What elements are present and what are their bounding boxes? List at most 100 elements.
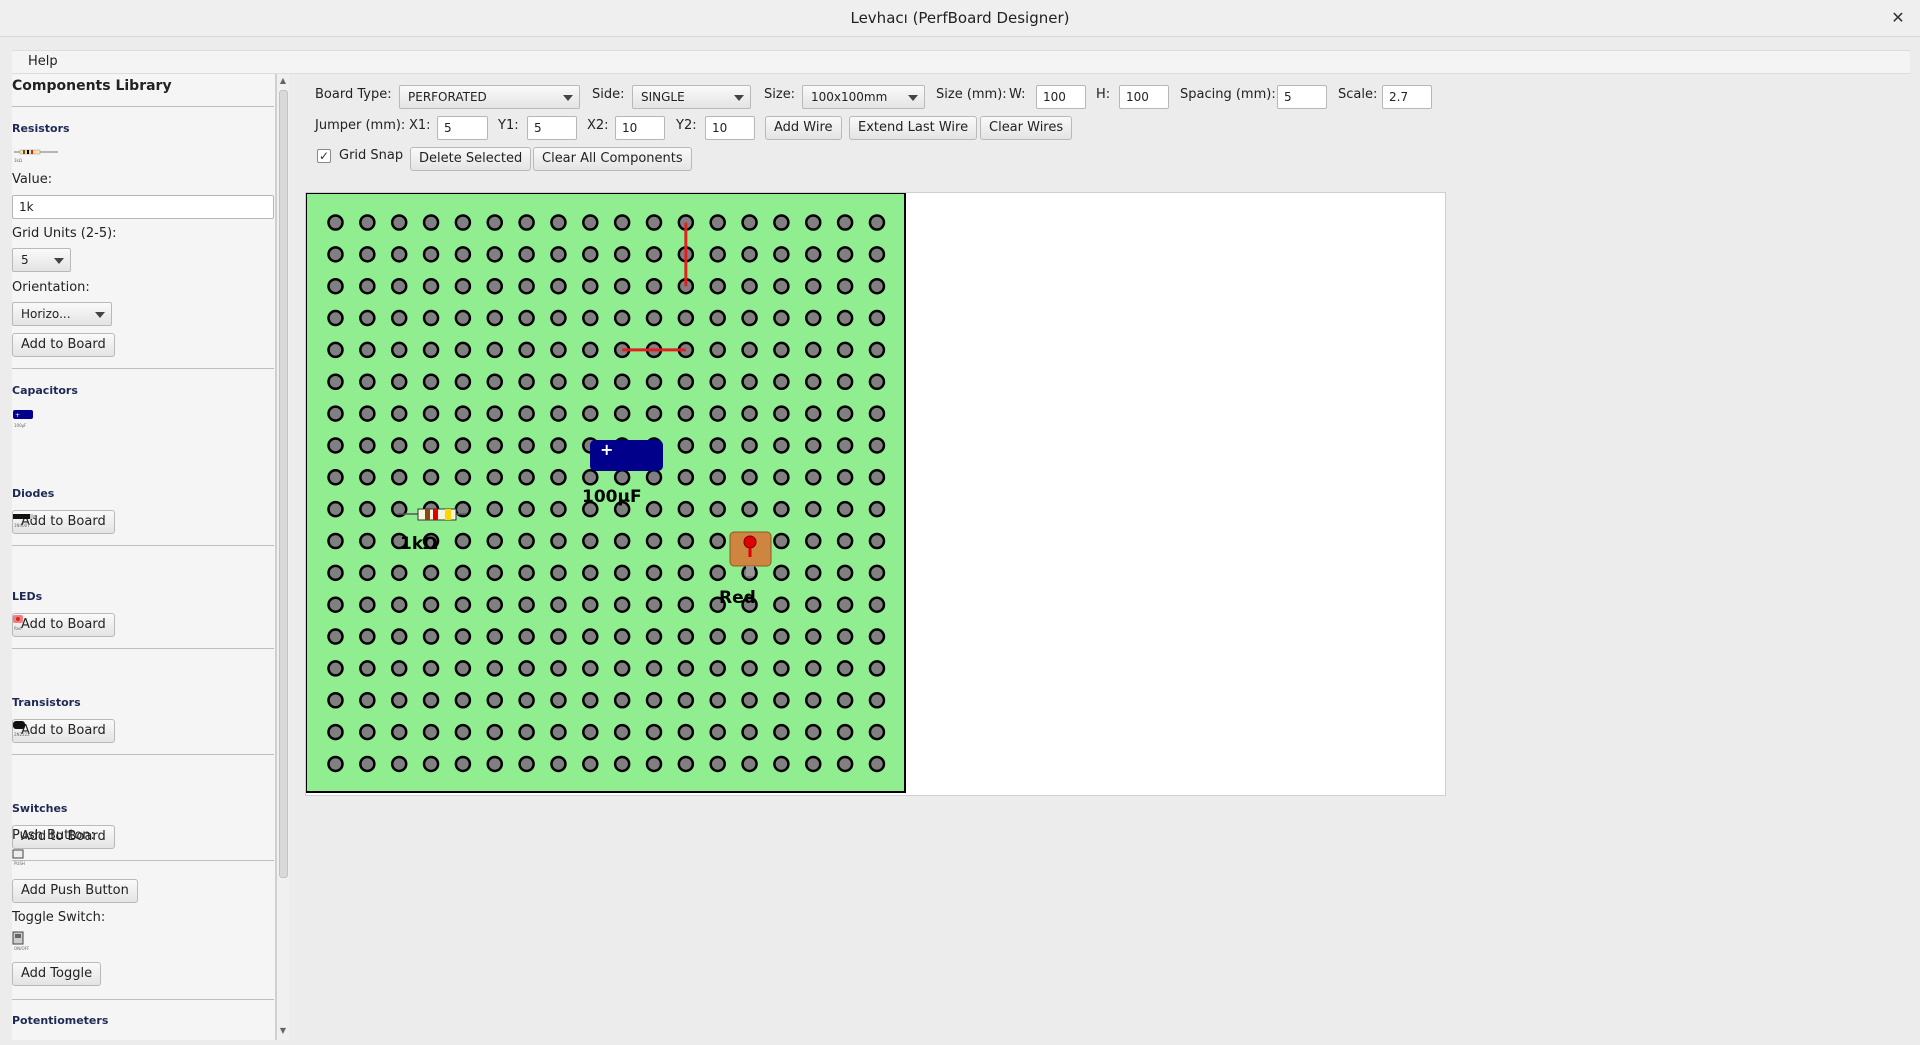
board-hole <box>550 723 567 741</box>
board-hole <box>709 628 726 645</box>
menu-help[interactable]: Help <box>28 54 58 69</box>
x2-input[interactable]: 10 <box>615 116 665 140</box>
board-hole <box>359 755 376 773</box>
board-hole <box>709 309 726 327</box>
board-hole <box>390 469 408 486</box>
y2-input[interactable]: 10 <box>705 116 755 140</box>
board-hole <box>359 405 376 422</box>
board-hole <box>359 246 376 263</box>
board-hole <box>773 692 790 709</box>
title-bar: Levhacı (PerfBoard Designer) ✕ <box>0 0 1920 37</box>
push-button-thumbnail-caption: PUSH <box>14 861 25 866</box>
add-toggle-button[interactable]: Add Toggle <box>12 962 102 986</box>
board-hole <box>805 437 822 454</box>
board-hole <box>422 309 440 327</box>
perfboard[interactable]: + 100µF 1kΩ Red <box>306 193 906 793</box>
board-type-value: PERFORATED <box>408 90 487 104</box>
size-label: Size: <box>764 87 796 102</box>
board-hole <box>709 660 726 677</box>
board-hole <box>645 277 663 295</box>
components-sidebar: Components Library Resistors 1kΩ Value: … <box>12 74 276 1040</box>
y1-label: Y1: <box>498 118 519 133</box>
orientation-select[interactable]: Horizo... <box>12 302 112 326</box>
board-hole <box>390 277 408 295</box>
led-label: Red <box>719 588 756 608</box>
board-hole <box>390 692 408 709</box>
led-leg <box>746 566 754 576</box>
board-hole <box>518 628 535 645</box>
board-hole <box>773 628 790 645</box>
board-hole <box>868 692 886 709</box>
board-hole <box>390 660 408 677</box>
board-hole <box>677 564 695 582</box>
size-select[interactable]: 100x100mm <box>802 85 925 109</box>
board-hole <box>486 596 503 613</box>
board-hole <box>613 277 631 295</box>
board-hole <box>454 564 472 582</box>
grid-snap-checkbox[interactable]: ✓ <box>317 149 331 163</box>
board-hole <box>709 437 726 454</box>
board-hole <box>518 532 535 550</box>
close-icon[interactable]: ✕ <box>1888 8 1908 28</box>
board-hole <box>645 723 663 741</box>
add-diode-button[interactable]: Add to Board <box>12 613 115 637</box>
divider <box>12 754 274 755</box>
side-select[interactable]: SINGLE <box>632 85 751 109</box>
toggle-switch-thumbnail-caption: ON/OFF <box>14 946 30 951</box>
delete-selected-button[interactable]: Delete Selected <box>410 147 532 171</box>
board-hole <box>486 373 503 390</box>
board-hole <box>582 564 599 582</box>
board-hole <box>518 437 535 454</box>
board-hole <box>805 246 822 263</box>
board-hole <box>677 437 695 454</box>
board-hole <box>550 692 567 709</box>
board-hole <box>550 405 567 422</box>
board-hole <box>773 214 790 231</box>
scrollbar-thumb[interactable] <box>279 90 288 878</box>
add-push-button-button[interactable]: Add Push Button <box>12 879 138 903</box>
x1-input[interactable]: 5 <box>437 116 488 140</box>
board-type-select[interactable]: PERFORATED <box>399 85 580 109</box>
board-hole <box>613 532 631 550</box>
board-hole <box>582 469 599 486</box>
clear-all-components-button[interactable]: Clear All Components <box>533 147 692 171</box>
board-hole <box>454 309 472 327</box>
board-hole <box>868 373 886 390</box>
board-hole <box>582 660 599 677</box>
add-wire-button[interactable]: Add Wire <box>765 116 842 140</box>
resistor-value-input[interactable]: 1k <box>12 195 274 219</box>
board-hole <box>645 405 663 422</box>
board-hole <box>836 437 854 454</box>
scale-input[interactable]: 2.7 <box>1382 85 1432 109</box>
width-input[interactable]: 100 <box>1036 85 1086 109</box>
board-hole <box>741 755 758 773</box>
add-resistor-button[interactable]: Add to Board <box>12 333 115 357</box>
scroll-up-icon[interactable]: ▲ <box>279 76 287 86</box>
clear-wires-button[interactable]: Clear Wires <box>980 116 1073 140</box>
board-hole <box>390 341 408 359</box>
spacing-label: Spacing (mm): <box>1180 87 1276 102</box>
board-hole <box>868 500 886 518</box>
board-hole <box>582 309 599 327</box>
board-hole <box>677 469 695 486</box>
board-hole <box>486 277 503 295</box>
section-potentiometers-title: Potentiometers <box>12 1014 109 1027</box>
sidebar-scrollbar[interactable]: ▲ ▼ <box>276 74 289 1040</box>
grid-units-select[interactable]: 5 <box>12 248 71 272</box>
resistor-label: 1kΩ <box>400 534 438 554</box>
scroll-down-icon[interactable]: ▼ <box>279 1026 287 1036</box>
extend-last-wire-button[interactable]: Extend Last Wire <box>849 116 978 140</box>
spacing-input[interactable]: 5 <box>1277 85 1327 109</box>
board-hole <box>390 214 408 231</box>
board-hole <box>741 437 758 454</box>
board-hole <box>709 469 726 486</box>
board-hole <box>454 469 472 486</box>
y1-input[interactable]: 5 <box>527 116 577 140</box>
board-hole <box>868 660 886 677</box>
sidebar-title: Components Library <box>12 78 172 94</box>
board-hole <box>454 277 472 295</box>
board-hole <box>773 596 790 613</box>
board-hole <box>454 723 472 741</box>
height-input[interactable]: 100 <box>1119 85 1169 109</box>
section-switches-title: Switches <box>12 802 68 815</box>
